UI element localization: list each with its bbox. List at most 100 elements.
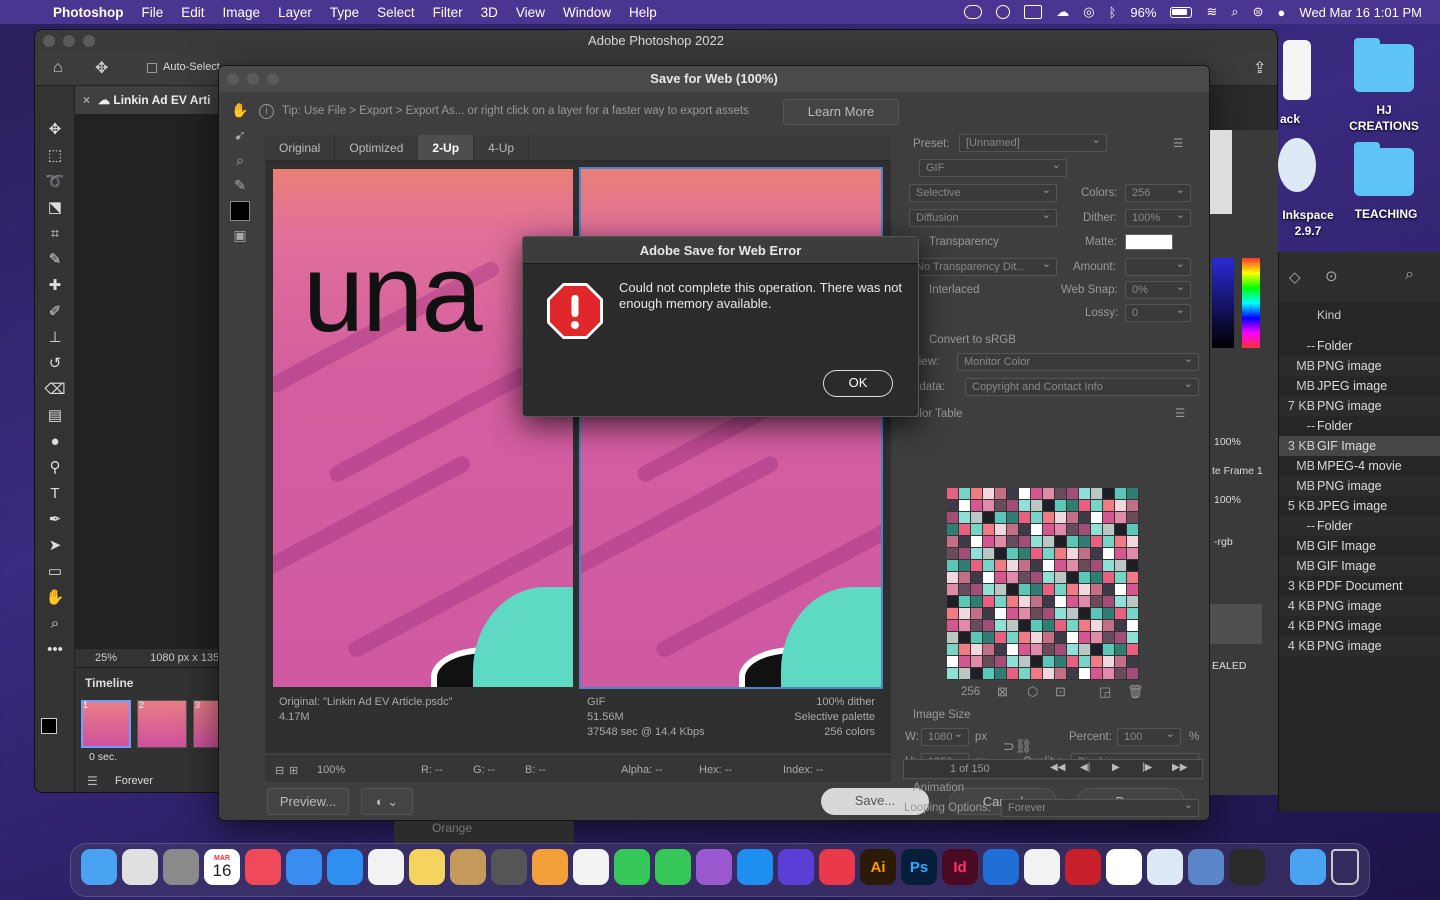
sfw-zoom-tool-icon[interactable]: ⌕ bbox=[225, 148, 255, 173]
calculator-icon[interactable] bbox=[491, 849, 527, 885]
home-icon[interactable]: ⌂ bbox=[53, 59, 63, 77]
safari-icon[interactable] bbox=[327, 849, 363, 885]
color-reduction-select[interactable]: Selective bbox=[909, 182, 1057, 202]
share-icon[interactable]: ⇪ bbox=[1253, 58, 1266, 78]
rectangle-tool-icon[interactable]: ▭ bbox=[35, 558, 75, 584]
colors-input[interactable]: 256 bbox=[1125, 182, 1191, 202]
finder-row[interactable]: -- Folder bbox=[1279, 516, 1440, 536]
desktop-back-label[interactable]: ack bbox=[1280, 112, 1300, 126]
menu-type[interactable]: Type bbox=[321, 5, 368, 20]
slack-desktop-icon[interactable] bbox=[1283, 40, 1311, 100]
sfw-toggle-slices-icon[interactable]: ▣ bbox=[225, 223, 255, 248]
music-icon[interactable] bbox=[245, 849, 281, 885]
document-dimensions[interactable]: 1080 px x 135 bbox=[150, 652, 219, 664]
move-tool-preset-icon[interactable]: ✥ bbox=[95, 58, 108, 78]
menubar-datetime[interactable]: Wed Mar 16 1:01 PM bbox=[1299, 5, 1422, 20]
contacts-icon[interactable] bbox=[450, 849, 486, 885]
inkscape-desktop-icon[interactable] bbox=[1278, 138, 1316, 192]
kind-column-header[interactable]: Kind bbox=[1317, 308, 1341, 322]
sfw-zoom-level[interactable]: 100% bbox=[317, 764, 345, 776]
color-table[interactable] bbox=[947, 488, 1139, 680]
path-selection-tool-icon[interactable]: ➤ bbox=[35, 532, 75, 558]
finder-row[interactable]: -- Folder bbox=[1279, 416, 1440, 436]
preview-button[interactable]: Preview... bbox=[267, 788, 349, 815]
first-frame-button[interactable]: ◀◀ bbox=[1050, 762, 1065, 773]
finder-row[interactable]: 7 KB PNG image bbox=[1279, 396, 1440, 416]
facetime-icon[interactable] bbox=[655, 849, 691, 885]
teaching-folder-icon[interactable] bbox=[1354, 142, 1414, 196]
preview-icon[interactable] bbox=[1188, 849, 1224, 885]
color-field[interactable] bbox=[1212, 258, 1234, 348]
messages-icon[interactable] bbox=[614, 849, 650, 885]
preset-select[interactable]: [Unnamed] bbox=[959, 132, 1107, 152]
minimize-window-button[interactable] bbox=[63, 35, 75, 47]
menu-select[interactable]: Select bbox=[368, 5, 424, 20]
finder-row[interactable]: MB GIF Image bbox=[1279, 556, 1440, 576]
menu-file[interactable]: File bbox=[133, 5, 173, 20]
podcasts-icon[interactable] bbox=[696, 849, 732, 885]
frame-delay[interactable]: 0 sec. bbox=[89, 751, 117, 763]
panel-zoom-2[interactable]: 100% bbox=[1214, 494, 1241, 506]
sfw-close-button[interactable] bbox=[227, 73, 239, 85]
menu-edit[interactable]: Edit bbox=[172, 5, 213, 20]
hue-slider[interactable] bbox=[1242, 258, 1260, 348]
tab-4-up[interactable]: 4-Up bbox=[474, 135, 530, 160]
siri-status-icon[interactable]: ● bbox=[1278, 5, 1286, 20]
more-tools-icon[interactable]: ••• bbox=[35, 636, 75, 662]
zoom-out-icon[interactable]: ⊟ bbox=[275, 764, 284, 777]
trash-icon[interactable] bbox=[1331, 849, 1359, 885]
zoom-tool-icon[interactable]: ⌕ bbox=[35, 610, 75, 636]
menu-filter[interactable]: Filter bbox=[424, 5, 472, 20]
word-icon[interactable] bbox=[1106, 849, 1142, 885]
finder-row[interactable]: 4 KB PNG image bbox=[1279, 636, 1440, 656]
sfw-minimize-button[interactable] bbox=[247, 73, 259, 85]
zoom-window-button[interactable] bbox=[83, 35, 95, 47]
grammarly-status-icon[interactable] bbox=[996, 5, 1011, 19]
menu-help[interactable]: Help bbox=[620, 5, 666, 20]
next-frame-button[interactable]: |▶ bbox=[1142, 762, 1152, 773]
chrome-icon[interactable] bbox=[368, 849, 404, 885]
brush-tool-icon[interactable]: ✐ bbox=[35, 298, 75, 324]
battery-icon[interactable] bbox=[1170, 6, 1193, 18]
finder-row[interactable]: MB MPEG-4 movie bbox=[1279, 456, 1440, 476]
photos-icon[interactable] bbox=[573, 849, 609, 885]
menu-image[interactable]: Image bbox=[214, 5, 270, 20]
illustrator-icon[interactable]: Ai bbox=[860, 849, 896, 885]
launchpad-icon[interactable] bbox=[122, 849, 158, 885]
preview-color-select[interactable]: Monitor Color bbox=[957, 351, 1199, 371]
format-select[interactable]: GIF bbox=[919, 157, 1067, 177]
teaching-label[interactable]: TEACHING bbox=[1336, 207, 1436, 221]
amount-input[interactable] bbox=[1125, 256, 1191, 276]
more-actions-icon[interactable]: ⊙ bbox=[1325, 267, 1338, 285]
indesign-icon[interactable]: Id bbox=[942, 849, 978, 885]
lossy-input[interactable]: 0 bbox=[1125, 302, 1191, 322]
vscode-icon[interactable] bbox=[983, 849, 1019, 885]
finder-search-icon[interactable]: ⌕ bbox=[1405, 266, 1414, 284]
tag-icon[interactable]: ◇ bbox=[1289, 268, 1301, 286]
wifi-icon[interactable]: ≋ bbox=[1206, 4, 1217, 20]
dither-input[interactable]: 100% bbox=[1125, 207, 1191, 227]
play-button[interactable]: ▶ bbox=[1112, 762, 1120, 773]
previous-frame-button[interactable]: ◀| bbox=[1080, 762, 1090, 773]
timeline-menu-icon[interactable]: ☰ bbox=[87, 774, 98, 788]
siri-icon[interactable] bbox=[778, 849, 814, 885]
photoshop-icon[interactable]: Ps bbox=[901, 849, 937, 885]
eraser-tool-icon[interactable]: ⌫ bbox=[35, 376, 75, 402]
transparency-dither-select[interactable]: No Transparency Dit... bbox=[909, 256, 1057, 276]
system-preferences-icon[interactable] bbox=[163, 849, 199, 885]
map-transparent-icon[interactable]: ⊠ bbox=[997, 684, 1008, 700]
preset-menu-icon[interactable]: ☰ bbox=[1173, 136, 1183, 150]
lock-color-icon[interactable]: ⊡ bbox=[1055, 684, 1066, 700]
finder-row[interactable]: -- Folder bbox=[1279, 336, 1440, 356]
canvas-zoom-level[interactable]: 25% bbox=[95, 652, 117, 664]
sfw-eyedropper-color-swatch[interactable] bbox=[225, 198, 255, 223]
layer-row-selected[interactable] bbox=[1210, 604, 1262, 644]
hj-creations-label[interactable]: HJ CREATIONS bbox=[1334, 102, 1434, 134]
blur-tool-icon[interactable]: ● bbox=[35, 428, 75, 454]
downloads-folder-icon[interactable] bbox=[1290, 849, 1326, 885]
healing-brush-tool-icon[interactable]: ✚ bbox=[35, 272, 75, 298]
spotlight-search-icon[interactable]: ⌕ bbox=[1231, 4, 1238, 20]
sfw-zoom-button[interactable] bbox=[267, 73, 279, 85]
menu-app-name[interactable]: Photoshop bbox=[44, 5, 133, 20]
loop-select[interactable]: Forever bbox=[115, 775, 153, 787]
